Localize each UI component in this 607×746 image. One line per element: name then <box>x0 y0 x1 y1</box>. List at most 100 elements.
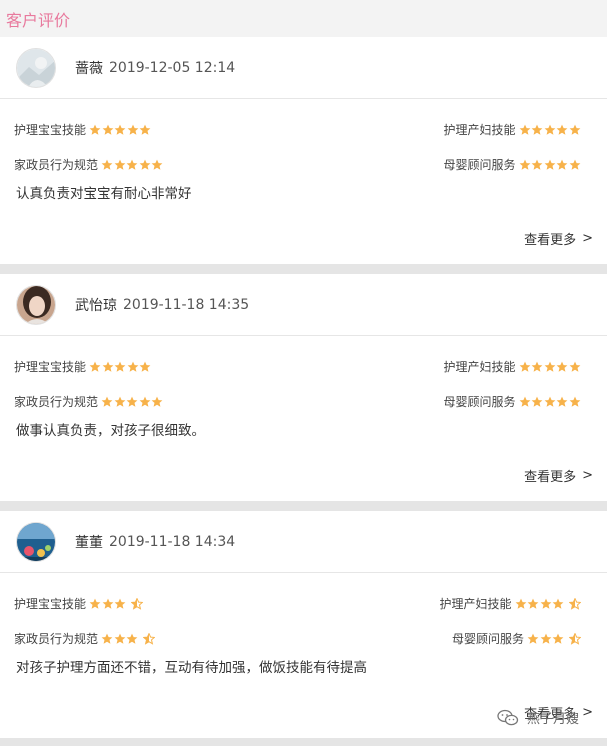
divider <box>0 501 607 511</box>
section-header: 客户评价 <box>0 0 607 37</box>
star-icon <box>531 361 543 372</box>
rating-label: 母婴顾问服务 <box>443 395 516 409</box>
star-icon <box>519 361 530 372</box>
star-icon <box>540 598 551 609</box>
review-card: 蔷薇 2019-12-05 12:14 护理宝宝技能 护理产妇技能 家政员行为规… <box>0 37 607 263</box>
star-icon <box>569 124 580 135</box>
rating-label: 护理产妇技能 <box>439 597 512 611</box>
view-more-label: 查看更多 <box>524 470 577 485</box>
star-icon <box>102 124 113 135</box>
rating-advisor: 母婴顾问服务 <box>443 156 581 173</box>
star-icon <box>519 124 530 135</box>
rating-label: 护理产妇技能 <box>443 123 516 137</box>
star-icon <box>139 124 151 135</box>
star-icon <box>544 124 555 135</box>
star-icon <box>556 396 568 407</box>
star-rating <box>89 124 152 136</box>
review-text: 对孩子护理方面还不错，互动有待加强，做饭技能有待提高 <box>16 660 367 676</box>
review-text: 认真负责对宝宝有耐心非常好 <box>16 186 192 202</box>
star-icon <box>101 396 113 407</box>
star-icon <box>101 159 113 170</box>
review-text: 做事认真负责，对孩子很细致。 <box>16 423 205 439</box>
ratings-block: 护理宝宝技能 护理产妇技能 家政员行为规范 母婴顾问服务 <box>0 573 607 648</box>
star-icon <box>114 124 126 135</box>
star-icon <box>515 598 526 609</box>
star-icon <box>552 598 564 609</box>
review-header: 武怡琼 2019-11-18 14:35 <box>0 274 607 336</box>
star-rating <box>519 159 582 171</box>
star-icon <box>139 361 151 372</box>
chevron-right-icon: > <box>582 468 593 483</box>
star-icon <box>527 633 539 644</box>
star-icon <box>114 633 125 644</box>
star-icon <box>126 159 138 170</box>
rating-mother-care: 护理产妇技能 <box>439 595 581 612</box>
ratings-block: 护理宝宝技能 护理产妇技能 家政员行为规范 母婴顾问服务 <box>0 99 607 174</box>
star-icon <box>114 159 125 170</box>
star-icon <box>89 124 101 135</box>
ratings-block: 护理宝宝技能 护理产妇技能 家政员行为规范 母婴顾问服务 <box>0 336 607 411</box>
wechat-icon <box>497 709 519 725</box>
user-avatar-icon <box>16 284 56 325</box>
review-date: 2019-11-18 14:35 <box>123 296 250 313</box>
rating-conduct: 家政员行为规范 <box>14 630 155 647</box>
rating-label: 护理宝宝技能 <box>14 123 87 137</box>
star-icon <box>89 598 101 609</box>
watermark: 燕子月嫂 <box>497 708 579 727</box>
rating-advisor: 母婴顾问服务 <box>443 393 581 410</box>
chevron-right-icon: > <box>582 705 593 720</box>
star-rating <box>89 597 143 610</box>
star-icon <box>569 361 580 372</box>
review-date: 2019-11-18 14:34 <box>109 533 236 550</box>
star-rating <box>101 396 164 408</box>
half-star-icon <box>130 597 143 610</box>
view-more-link[interactable]: 查看更多 > <box>524 466 593 485</box>
rating-label: 家政员行为规范 <box>14 158 99 172</box>
star-icon <box>556 159 568 170</box>
half-star-icon <box>568 632 581 645</box>
rating-label: 护理产妇技能 <box>443 360 516 374</box>
half-star-icon <box>568 597 581 610</box>
reviewer-name: 武怡琼 <box>75 297 117 314</box>
star-icon <box>151 396 163 407</box>
star-icon <box>102 361 113 372</box>
view-more-label: 查看更多 <box>524 233 577 248</box>
star-icon <box>89 361 101 372</box>
half-star-icon <box>142 632 155 645</box>
rating-label: 护理宝宝技能 <box>14 360 87 374</box>
star-rating <box>101 159 164 171</box>
star-icon <box>114 361 126 372</box>
divider <box>0 738 607 746</box>
star-rating <box>89 361 152 373</box>
star-icon <box>519 159 530 170</box>
review-header: 蔷薇 2019-12-05 12:14 <box>0 37 607 99</box>
star-rating <box>519 361 582 373</box>
reviewer-name: 蔷薇 <box>75 60 103 77</box>
star-icon <box>569 159 580 170</box>
view-more-link[interactable]: 查看更多 > <box>524 229 593 248</box>
rating-conduct: 家政员行为规范 <box>14 393 164 410</box>
star-icon <box>151 159 163 170</box>
star-icon <box>126 396 138 407</box>
review-card: 武怡琼 2019-11-18 14:35 护理宝宝技能 护理产妇技能 家政员行为… <box>0 274 607 500</box>
star-icon <box>569 396 580 407</box>
star-icon <box>544 396 555 407</box>
star-icon <box>531 396 543 407</box>
rating-mother-care: 护理产妇技能 <box>443 121 581 138</box>
rating-baby-care: 护理宝宝技能 <box>14 121 152 138</box>
divider <box>0 264 607 274</box>
star-icon <box>544 361 555 372</box>
review-card: 董董 2019-11-18 14:34 护理宝宝技能 护理产妇技能 家政员行为规… <box>0 511 607 737</box>
star-icon <box>102 598 113 609</box>
chevron-right-icon: > <box>582 231 593 246</box>
star-rating <box>519 396 582 408</box>
rating-advisor: 母婴顾问服务 <box>452 630 581 647</box>
star-icon <box>519 396 530 407</box>
reviewer-name: 董董 <box>75 534 103 551</box>
section-title: 客户评价 <box>6 10 71 30</box>
rating-baby-care: 护理宝宝技能 <box>14 358 152 375</box>
watermark-text: 燕子月嫂 <box>527 712 580 727</box>
star-rating <box>527 632 581 645</box>
star-icon <box>531 124 543 135</box>
star-icon <box>544 159 555 170</box>
